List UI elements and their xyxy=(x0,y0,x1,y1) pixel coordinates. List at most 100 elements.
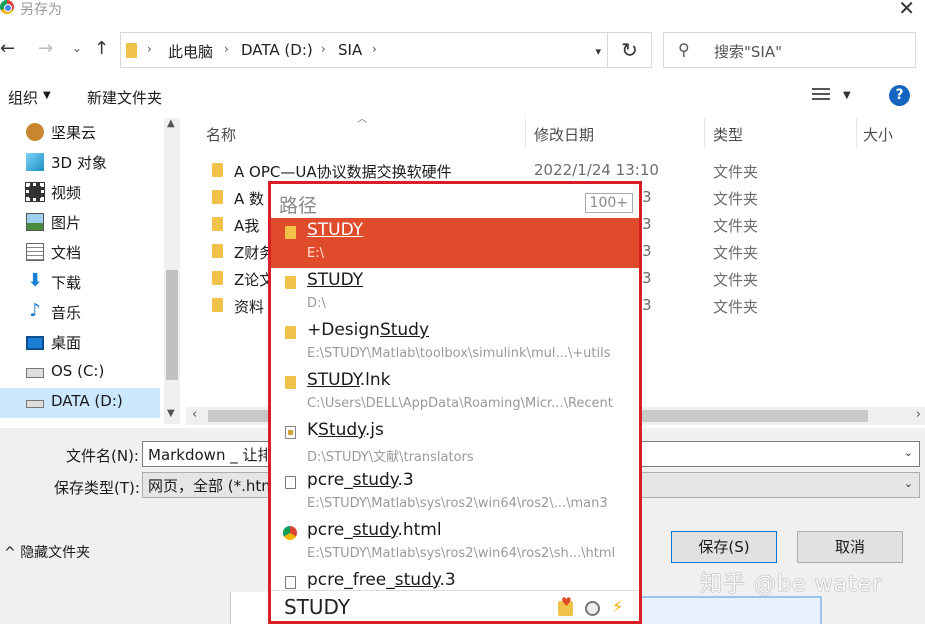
sidebar-item-downloads[interactable]: ⬇ 下载 xyxy=(0,268,160,298)
column-header-name[interactable]: 名称 xyxy=(206,124,236,154)
favorites-icon[interactable] xyxy=(558,595,573,616)
sidebar-item-pictures[interactable]: 图片 xyxy=(0,208,160,238)
chevron-down-icon[interactable]: ▼ xyxy=(843,90,851,101)
scroll-left-icon[interactable]: ‹ xyxy=(192,407,197,422)
music-icon: ♪ xyxy=(29,300,41,321)
up-button[interactable]: ↑ xyxy=(94,38,109,59)
recent-locations-button[interactable]: ⌄ xyxy=(72,41,82,55)
column-header-date[interactable]: 修改日期 xyxy=(534,124,594,154)
forward-button[interactable]: → xyxy=(38,38,53,59)
search-result-item[interactable]: pcre_study.3 E:\STUDY\Matlab\sys\ros2\win… xyxy=(271,468,639,518)
breadcrumb-separator[interactable]: › xyxy=(372,42,377,56)
breadcrumb-separator[interactable]: › xyxy=(224,42,229,56)
folder-icon xyxy=(285,226,296,239)
cancel-button[interactable]: 取消 xyxy=(797,531,903,563)
file-date: 3 xyxy=(642,188,652,206)
popup-search-bar[interactable]: STUDY ⚡ xyxy=(271,590,639,621)
result-path: E:\ xyxy=(307,246,324,261)
scroll-up-icon[interactable]: ▲ xyxy=(167,118,175,129)
back-button[interactable]: ← xyxy=(0,38,15,59)
sidebar-item-os-c[interactable]: OS (C:) xyxy=(0,358,160,388)
column-header-size[interactable]: 大小 xyxy=(863,124,893,154)
result-title: +DesignStudy xyxy=(307,320,430,340)
breadcrumb-this-pc[interactable]: 此电脑 xyxy=(168,41,213,62)
settings-icon[interactable] xyxy=(585,601,600,616)
filename-value: Markdown _ 让排 xyxy=(148,446,273,464)
result-path: E:\STUDY\Matlab\toolbox\simulink\mul...\… xyxy=(307,346,611,361)
column-divider[interactable] xyxy=(704,118,705,148)
breadcrumb-data-drive[interactable]: DATA (D:) xyxy=(241,41,313,59)
folder-icon xyxy=(285,326,296,339)
result-path: E:\STUDY\Matlab\sys\ros2\win64\ros2\...\… xyxy=(307,496,608,511)
breadcrumb-separator[interactable]: › xyxy=(321,42,326,56)
chevron-up-icon: ^ xyxy=(4,545,16,561)
background-window-edge xyxy=(230,592,270,624)
sidebar-item-label: 文档 xyxy=(51,244,82,262)
chevron-down-icon[interactable]: ⌄ xyxy=(904,446,913,459)
result-path: D:\STUDY\文献\translators xyxy=(307,450,474,465)
chrome-icon xyxy=(0,0,14,14)
view-options-icon[interactable] xyxy=(812,88,830,102)
sidebar-item-music[interactable]: ♪ 音乐 xyxy=(0,298,160,328)
sidebar-item-desktop[interactable]: 桌面 xyxy=(0,328,160,358)
sidebar-item-label: 图片 xyxy=(51,214,82,232)
sidebar-item-videos[interactable]: 视频 xyxy=(0,178,160,208)
chevron-down-icon[interactable]: ▾ xyxy=(595,45,601,58)
column-divider[interactable] xyxy=(856,118,857,148)
chevron-down-icon[interactable]: ⌄ xyxy=(904,477,913,490)
popup-search-query[interactable]: STUDY xyxy=(284,595,350,619)
file-name: A我 xyxy=(234,217,260,235)
drive-icon xyxy=(26,400,44,408)
close-button[interactable]: ✕ xyxy=(898,0,915,20)
document-icon xyxy=(285,476,296,489)
sidebar-item-label: 坚果云 xyxy=(51,124,97,142)
result-title: pcre_free_study.3 xyxy=(307,570,456,590)
folder-icon xyxy=(285,276,296,289)
search-result-item[interactable]: STUDY.lnk C:\Users\DELL\AppData\Roaming\M… xyxy=(271,368,639,418)
sidebar-scrollbar[interactable]: ▲ ▼ xyxy=(164,118,180,424)
search-result-item[interactable]: KStudy.js D:\STUDY\文献\translators xyxy=(271,418,639,468)
help-button[interactable]: ? xyxy=(889,85,910,106)
breadcrumb-sia[interactable]: SIA xyxy=(338,41,362,59)
search-input[interactable]: ⚲ 搜索"SIA" xyxy=(663,32,916,68)
sidebar-item-documents[interactable]: 文档 xyxy=(0,238,160,268)
chevron-down-icon[interactable]: ▼ xyxy=(43,90,51,101)
scroll-down-icon[interactable]: ▼ xyxy=(167,408,175,419)
result-path: C:\Users\DELL\AppData\Roaming\Micr...\Re… xyxy=(307,396,613,411)
column-divider[interactable] xyxy=(525,118,526,148)
search-result-item[interactable]: +DesignStudy E:\STUDY\Matlab\toolbox\simu… xyxy=(271,318,639,368)
match-highlight: study xyxy=(352,470,398,490)
navigation-pane: 坚果云 3D 对象 视频 图片 文档 ⬇ 下载 ♪ 音乐 桌面 OS (C:) … xyxy=(0,118,180,424)
refresh-button[interactable]: ↻ xyxy=(608,32,652,68)
match-highlight: Study xyxy=(318,420,365,440)
match-highlight: Study xyxy=(379,320,430,340)
new-folder-button[interactable]: 新建文件夹 xyxy=(87,87,162,108)
folder-icon xyxy=(212,190,223,204)
search-icon: ⚲ xyxy=(678,40,690,59)
file-date: 3 xyxy=(642,215,652,233)
watermark: 知乎 @be water xyxy=(700,572,883,597)
search-result-item[interactable]: STUDY E:\ xyxy=(271,218,639,268)
scrollbar-thumb[interactable] xyxy=(166,270,178,380)
breadcrumb-separator[interactable]: › xyxy=(147,42,152,56)
sidebar-item-jianguoyun[interactable]: 坚果云 xyxy=(0,118,160,148)
column-header-type[interactable]: 类型 xyxy=(713,124,743,154)
match-highlight: STUDY xyxy=(307,370,360,390)
hide-folders-button[interactable]: ^ 隐藏文件夹 xyxy=(4,542,90,562)
sidebar-item-data-d[interactable]: DATA (D:) xyxy=(0,388,160,418)
action-icon[interactable]: ⚡ xyxy=(612,597,627,616)
organize-button[interactable]: 组织 xyxy=(8,87,38,108)
save-button[interactable]: 保存(S) xyxy=(671,531,777,563)
file-type: 文件夹 xyxy=(713,271,759,289)
nut-icon xyxy=(26,123,44,141)
result-title: STUDY.lnk xyxy=(307,370,391,390)
folder-icon xyxy=(212,163,223,177)
match-highlight: study xyxy=(394,570,440,590)
file-name: A OPC—UA协议数据交换软硬件 xyxy=(234,163,452,181)
scroll-right-icon[interactable]: › xyxy=(916,407,921,422)
sidebar-item-3d-objects[interactable]: 3D 对象 xyxy=(0,148,160,178)
search-result-item[interactable]: STUDY D:\ xyxy=(271,268,639,318)
address-bar[interactable]: › 此电脑 › DATA (D:) › SIA › ▾ xyxy=(120,32,608,68)
search-result-item[interactable]: pcre_study.html E:\STUDY\Matlab\sys\ros2\… xyxy=(271,518,639,568)
file-type: 文件夹 xyxy=(713,244,759,262)
